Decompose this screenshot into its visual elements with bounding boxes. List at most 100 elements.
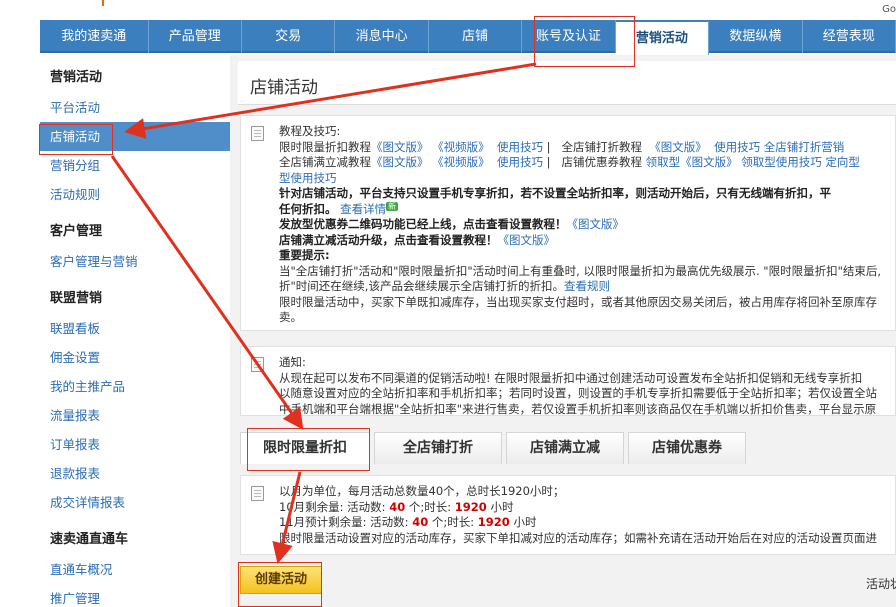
tutorial-link[interactable]: 《视频版》	[432, 155, 490, 169]
tutorial-link[interactable]: 使用技巧	[497, 140, 543, 154]
nav-transactions[interactable]: 交易	[242, 20, 336, 53]
quota-line-1: 以月为单位，每月活动总数量40个，总时长1920小时；	[279, 484, 565, 498]
tutorial-link[interactable]: 使用技巧	[714, 140, 760, 154]
tutorial-heading: 教程及技巧:	[279, 124, 341, 138]
note-text: 任何折扣。	[279, 201, 337, 216]
sidebar-heading: 速卖通直通车	[50, 532, 129, 547]
quota-label: 小时	[509, 515, 537, 529]
tutorial-link[interactable]: 定向型	[825, 155, 860, 169]
tutorial-link[interactable]: 领取型《图文版》	[646, 155, 738, 169]
nav-data[interactable]: 数据纵横	[709, 20, 803, 53]
tutorial-link[interactable]: 领取型使用技巧	[741, 155, 822, 169]
tutorial-row-1: 限时限量折扣教程《图文版》 《视频版》 使用技巧 | 全店铺打折教程 《图文版》…	[279, 139, 845, 154]
tab-flash-discount[interactable]: 限时限量折扣	[240, 432, 370, 464]
top-strip: Go	[0, 0, 896, 20]
hours-count: 1920	[477, 515, 510, 529]
tutorial-link[interactable]: 型使用技巧	[279, 171, 895, 187]
quota-label: 个;时长:	[428, 515, 478, 529]
sidebar-item-store-activity[interactable]: 店铺活动	[40, 122, 230, 151]
tutorial-link[interactable]: 使用技巧	[497, 155, 543, 169]
tab-full-reduction[interactable]: 店铺满立减	[506, 432, 624, 464]
sidebar-item-deal-report[interactable]: 成交详情报表	[50, 488, 230, 517]
page-header: 店铺活动	[238, 61, 896, 105]
tutorial-text: 教程及技巧: 限时限量折扣教程《图文版》 《视频版》 使用技巧 | 全店铺打折教…	[279, 124, 895, 326]
full-reduction-note: 店铺满立减活动升级，点击查看设置教程！《图文版》	[279, 233, 895, 249]
tutorial-label: 店铺优惠券教程	[561, 155, 642, 169]
note-text: 折"时间还在继续,该产品会继续展示全店铺打折的折扣。	[279, 279, 564, 293]
notice-panel: 通知: 从现在起可以发布不同渠道的促销活动啦! 在限时限量折扣中通过创建活动可设…	[240, 346, 896, 416]
create-activity-button[interactable]: 创建活动	[240, 566, 322, 594]
sidebar-item-refund-report[interactable]: 退款报表	[50, 459, 230, 488]
mobile-discount-note-cont: 任何折扣。 查看详情新	[279, 201, 895, 218]
nav-store[interactable]: 店铺	[429, 20, 523, 53]
important-line-1b: 折"时间还在继续,该产品会继续展示全店铺打折的折扣。查看规则	[279, 279, 895, 295]
nav-products[interactable]: 产品管理	[149, 20, 242, 53]
view-details-link[interactable]: 查看详情	[340, 202, 386, 216]
document-icon	[251, 357, 264, 372]
notice-line: 中手机端和平台端根据"全站折扣率"来进行售卖，若仅设置手机折扣率则该商品仅在手机…	[279, 401, 877, 416]
nav-marketing[interactable]: 营销活动	[615, 20, 710, 55]
notice-text: 通知: 从现在起可以发布不同渠道的促销活动啦! 在限时限量折扣中通过创建活动可设…	[279, 355, 895, 416]
mobile-discount-note: 针对店铺活动，平台支持只设置手机专享折扣，若不设置全站折扣率，则活动开始后，只有…	[279, 186, 831, 200]
note-text: 店铺满立减活动升级，点击查看设置教程！	[279, 232, 498, 247]
activity-tabs: 限时限量折扣 全店铺打折 店铺满立减 店铺优惠券	[240, 432, 750, 466]
sidebar-item-commission-settings[interactable]: 佣金设置	[50, 343, 230, 372]
nav-my-aliexpress[interactable]: 我的速卖通	[40, 20, 149, 53]
brand-mark	[102, 0, 104, 6]
sidebar-item-featured-products[interactable]: 我的主推产品	[50, 372, 230, 401]
coupon-qr-note: 发放型优惠券二维码功能已经上线，点击查看设置教程！《图文版》	[279, 217, 895, 233]
tab-store-coupon[interactable]: 店铺优惠券	[628, 432, 746, 464]
quota-text: 以月为单位，每月活动总数量40个，总时长1920小时； 10月剩余量: 活动数:…	[279, 484, 895, 546]
quota-label: 小时	[486, 499, 514, 514]
sidebar-item-customer-marketing[interactable]: 客户管理与营销	[50, 247, 230, 276]
sidebar-item-marketing-groups[interactable]: 营销分组	[50, 151, 230, 180]
page-title: 店铺活动	[250, 78, 318, 98]
sidebar-heading: 营销活动	[50, 70, 103, 85]
sidebar: 营销活动 平台活动 店铺活动 营销分组 活动规则 客户管理 客户管理与营销 联盟…	[40, 55, 230, 607]
sidebar-group-customers: 客户管理 客户管理与营销	[40, 217, 230, 276]
quota-line-4: 限时限量活动设置对应的活动库存，买家下单扣减对应的活动库存；如需补充请在活动开始…	[279, 530, 877, 545]
sidebar-group-affiliate: 联盟营销 联盟看板 佣金设置 我的主推产品 流量报表 订单报表 退款报表 成交详…	[40, 284, 230, 517]
sidebar-item-traffic-report[interactable]: 流量报表	[50, 401, 230, 430]
quota-line-3: 11月预计剩余量: 活动数: 40 个;时长: 1920 小时	[279, 515, 895, 531]
sidebar-item-ads-management[interactable]: 推广管理	[50, 584, 230, 607]
tutorial-label: 限时限量折扣教程	[279, 139, 371, 154]
notice-heading: 通知:	[279, 355, 306, 369]
sidebar-heading: 客户管理	[50, 224, 103, 239]
notice-line: 从现在起可以发布不同渠道的促销活动啦! 在限时限量折扣中通过创建活动可设置发布全…	[279, 370, 863, 385]
tutorial-link[interactable]: 《图文版》	[371, 140, 429, 154]
tutorial-link[interactable]: 《图文版》	[498, 233, 556, 247]
view-rules-link[interactable]: 查看规则	[564, 279, 610, 293]
tutorial-link[interactable]: 全店铺打折营销	[764, 140, 845, 154]
tab-store-wide-discount[interactable]: 全店铺打折	[374, 432, 502, 464]
tutorial-panel: 教程及技巧: 限时限量折扣教程《图文版》 《视频版》 使用技巧 | 全店铺打折教…	[240, 115, 896, 331]
nav-performance[interactable]: 经营表现	[803, 20, 896, 53]
activity-status-label: 活动状	[866, 577, 896, 591]
sidebar-group-ads: 速卖通直通车 直通车概况 推广管理	[40, 525, 230, 607]
tutorial-link[interactable]: 《图文版》	[371, 155, 429, 169]
main-content: 店铺活动 教程及技巧: 限时限量折扣教程《图文版》 《视频版》 使用技巧 | 全…	[230, 55, 896, 607]
nav-account[interactable]: 账号及认证	[522, 20, 616, 53]
document-icon	[251, 126, 264, 141]
quota-label: 11月预计剩余量: 活动数:	[279, 515, 413, 529]
sidebar-item-affiliate-dashboard[interactable]: 联盟看板	[50, 314, 230, 343]
nav-messages[interactable]: 消息中心	[335, 20, 429, 53]
sidebar-item-ads-overview[interactable]: 直通车概况	[50, 555, 230, 584]
tutorial-link[interactable]: 《图文版》	[567, 217, 625, 231]
tutorial-label: 全店铺打折教程	[561, 139, 642, 154]
document-icon	[251, 486, 264, 501]
main-nav: 我的速卖通 产品管理 交易 消息中心 店铺 账号及认证 营销活动 数据纵横 经营…	[40, 20, 896, 55]
hours-count: 1920	[454, 499, 487, 514]
new-badge: 新	[386, 201, 399, 211]
quota-label: 10月剩余量: 活动数:	[279, 499, 390, 514]
tutorial-label: 全店铺满立减教程	[279, 155, 371, 169]
sidebar-heading: 联盟营销	[50, 291, 103, 306]
sidebar-item-order-report[interactable]: 订单报表	[50, 430, 230, 459]
important-line-2: 限时限量活动中，买家下单既扣减库存，当出现买家支付超时，或者其他原因交易关闭后，…	[279, 294, 877, 309]
sidebar-item-platform-activity[interactable]: 平台活动	[50, 93, 230, 122]
sidebar-item-activity-rules[interactable]: 活动规则	[50, 180, 230, 209]
tutorial-link[interactable]: 《图文版》	[649, 140, 707, 154]
quota-label: 个;时长:	[405, 499, 455, 514]
tutorial-link[interactable]: 《视频版》	[432, 140, 490, 154]
tutorial-row-2: 全店铺满立减教程《图文版》 《视频版》 使用技巧 | 店铺优惠券教程 领取型《图…	[279, 155, 860, 169]
